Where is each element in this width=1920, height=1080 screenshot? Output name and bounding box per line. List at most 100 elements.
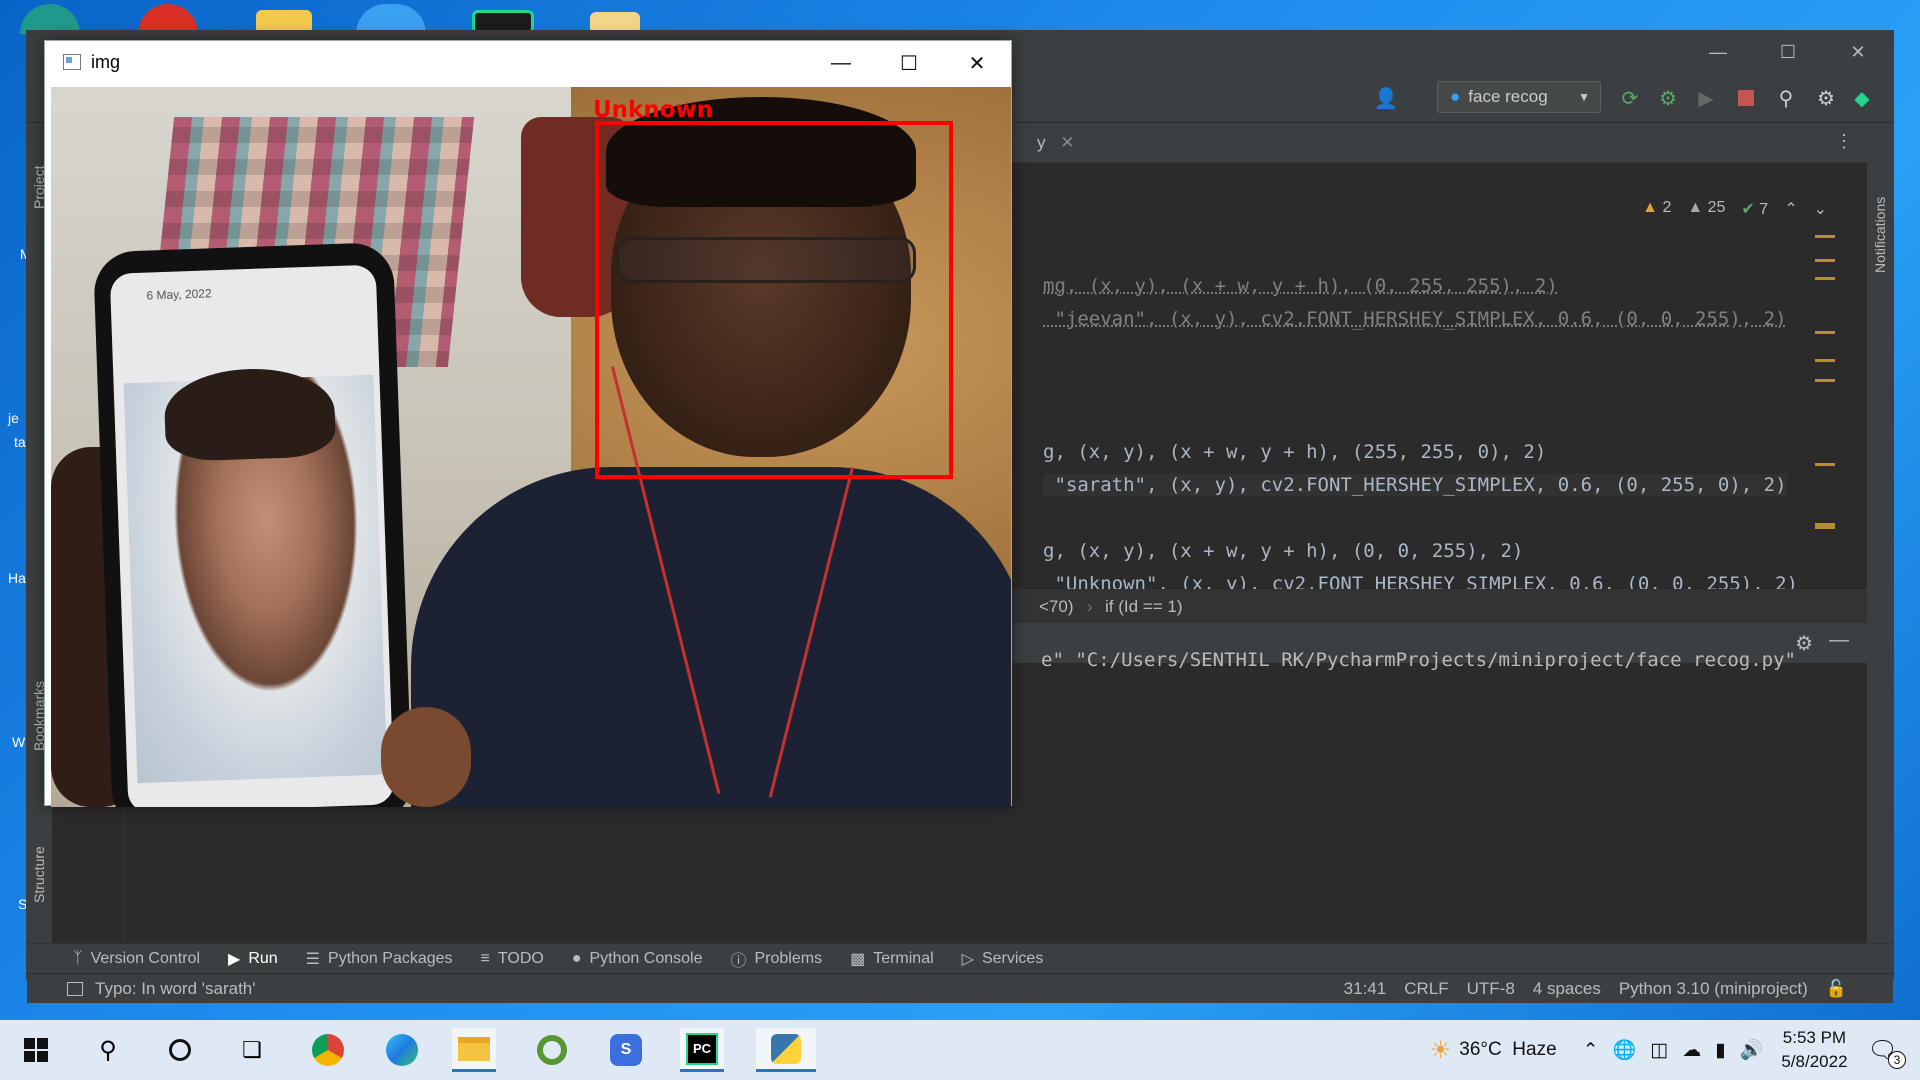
search-icon[interactable]: ⚲ [86, 1028, 130, 1072]
file-explorer-icon[interactable] [452, 1028, 496, 1072]
close-icon[interactable]: ✕ [943, 41, 1011, 85]
right-tool-stripe: Notifications [1865, 123, 1893, 943]
tab-label: Python Packages [328, 949, 453, 967]
desktop-label-4: Ha [8, 570, 26, 586]
breadcrumb-separator: › [1087, 597, 1093, 616]
chevron-down-icon[interactable]: ⌄ [1814, 199, 1827, 219]
tab-todo[interactable]: ≡ TODO [481, 950, 544, 968]
caret-position[interactable]: 31:41 [1344, 979, 1387, 999]
task-view-icon[interactable]: ❏ [230, 1028, 274, 1072]
tab-label: Services [981, 949, 1044, 967]
minimize-icon[interactable]: — [807, 41, 875, 85]
tool-structure[interactable]: Structure [31, 846, 47, 903]
clock[interactable]: 5:53 PM 5/8/2022 [1781, 1026, 1847, 1074]
phone-date: 6 May, 2022 [146, 286, 212, 303]
camera-frame: 6 May, 2022 Unknown [51, 87, 1011, 807]
tab-problems[interactable]: ⓘ Problems [730, 947, 822, 971]
profile-icon[interactable]: ▶ [1693, 85, 1719, 111]
phone: 6 May, 2022 [92, 241, 414, 807]
plugin-icon[interactable]: ◆ [1849, 85, 1875, 111]
python-console-icon: ● [571, 949, 582, 967]
debug-icon[interactable]: ⚙ [1655, 85, 1681, 111]
maximize-icon[interactable]: ☐ [1753, 31, 1823, 73]
settings-icon[interactable]: ⚙ [1813, 85, 1839, 111]
terminal-icon: ▩ [850, 950, 866, 968]
img-window: img — ☐ ✕ 6 May, 2022 Unknown [44, 40, 1012, 807]
stop-icon[interactable] [1733, 85, 1759, 111]
python-file-icon: ● [1450, 87, 1461, 106]
tab-run[interactable]: ▶ Run [228, 949, 278, 969]
chevron-down-icon: ▼ [1578, 90, 1590, 104]
cortana-icon[interactable] [158, 1028, 202, 1072]
chevron-up-icon[interactable]: ⌃ [1583, 1039, 1599, 1062]
chevron-up-icon[interactable]: ⌃ [1784, 199, 1797, 219]
search-icon[interactable]: ⚲ [1773, 85, 1799, 111]
tab-services[interactable]: ▷ Services [962, 949, 1044, 969]
code-line-2: "jeevan", (x, y), cv2.FONT_HERSHEY_SIMPL… [1043, 308, 1787, 330]
branch-icon: ᛉ [73, 949, 83, 967]
clock-time: 5:53 PM [1782, 1028, 1847, 1047]
face-label: Unknown [593, 97, 714, 123]
edge-icon[interactable] [380, 1028, 424, 1072]
tab-label: Terminal [873, 949, 934, 967]
editor-tab[interactable]: y ✕ [1037, 133, 1074, 153]
python-interpreter[interactable]: Python 3.10 (miniproject) [1619, 979, 1808, 999]
inspection-widget[interactable]: ▲ 2 ▲ 25 ✔ 7 ⌃ ⌄ [1642, 199, 1827, 219]
line-separator[interactable]: CRLF [1404, 979, 1448, 999]
run-config-select[interactable]: ● face recog ▼ [1437, 81, 1601, 113]
weather-text[interactable]: 36°C Haze [1459, 1039, 1556, 1061]
maximize-icon[interactable]: ☐ [875, 41, 943, 85]
python-icon[interactable] [756, 1028, 816, 1072]
globe-icon[interactable]: 🌐 [1613, 1038, 1637, 1062]
tab-version-control[interactable]: ᛉ Version Control [73, 950, 200, 968]
breadcrumb-part-2[interactable]: if (Id == 1) [1105, 597, 1182, 617]
more-icon[interactable]: ⋮ [1835, 131, 1853, 152]
window-app-icon [63, 54, 81, 70]
tab-label: Version Control [90, 949, 200, 967]
warnings-count-b: 25 [1707, 199, 1726, 216]
services-icon: ▷ [961, 950, 974, 968]
rerun-icon[interactable]: ⟳ [1617, 85, 1643, 111]
notification-icon[interactable]: 🗨 3 [1868, 1036, 1906, 1069]
volume-icon[interactable]: 🔊 [1740, 1038, 1764, 1062]
run-hide-icon[interactable]: — [1829, 629, 1849, 652]
run-settings-icon[interactable]: ⚙ [1795, 631, 1813, 656]
s-app-icon[interactable]: S [604, 1028, 648, 1072]
tab-terminal[interactable]: ▩ Terminal [850, 949, 934, 969]
user-icon[interactable]: 👤 [1373, 85, 1399, 111]
tab-label: Run [248, 949, 278, 967]
notification-count: 3 [1888, 1050, 1906, 1069]
desktop-label-2: je [8, 410, 19, 426]
breadcrumb-part-1[interactable]: <70) [1039, 597, 1074, 617]
tab-python-console[interactable]: ● Python Console [572, 950, 703, 968]
tab-label: Problems [754, 949, 823, 967]
meet-icon[interactable]: ◫ [1650, 1039, 1668, 1062]
chrome-icon[interactable] [306, 1028, 350, 1072]
img-window-titlebar[interactable]: img — ☐ ✕ [45, 41, 1011, 85]
weather-icon[interactable]: ☀ [1430, 1036, 1452, 1065]
tab-close-icon[interactable]: ✕ [1060, 133, 1074, 152]
img-window-title: img [91, 52, 121, 72]
status-message[interactable]: Typo: In word 'sarath' [95, 979, 256, 999]
minimize-icon[interactable]: — [1683, 31, 1753, 73]
pycharm-icon[interactable]: PC [680, 1028, 724, 1072]
tab-python-packages[interactable]: ☰ Python Packages [306, 949, 453, 969]
status-toggle-icon[interactable] [67, 982, 83, 996]
ok-count: 7 [1759, 201, 1769, 218]
lock-icon[interactable]: 🔓 [1826, 979, 1847, 999]
close-icon[interactable]: ✕ [1823, 31, 1893, 73]
phone-screen: 6 May, 2022 [109, 264, 395, 807]
layers-icon: ☰ [305, 950, 321, 968]
battery-icon[interactable]: ▮ [1715, 1039, 1725, 1062]
check-icon: ✔ 7 [1741, 201, 1769, 218]
indent-setting[interactable]: 4 spaces [1533, 979, 1601, 999]
taskbar: ⚲ ❏ S PC ☀ 36°C Haze ⌃ 🌐 ◫ ☁ ▮ 🔊 5:53 PM… [0, 1020, 1920, 1080]
start-icon[interactable] [14, 1028, 58, 1072]
tool-notifications[interactable]: Notifications [1872, 197, 1888, 273]
qgis-icon[interactable] [530, 1028, 574, 1072]
status-right: 31:41 CRLF UTF-8 4 spaces Python 3.10 (m… [1344, 979, 1847, 999]
onedrive-icon[interactable]: ☁ [1682, 1039, 1701, 1062]
weak-warning-icon: ▲ 25 [1687, 199, 1726, 216]
file-encoding[interactable]: UTF-8 [1467, 979, 1515, 999]
warnings-count-a: 2 [1662, 199, 1672, 216]
